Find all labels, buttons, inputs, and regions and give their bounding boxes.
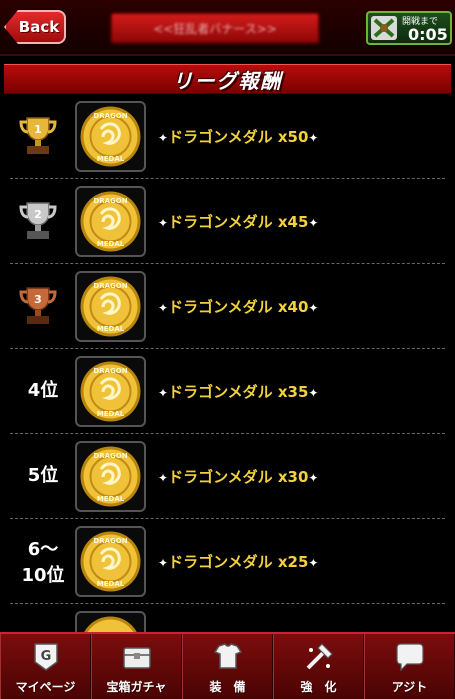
medal-thumbnail[interactable]: DRAGON MEDAL	[75, 271, 146, 342]
silver-trophy-icon: 2	[19, 202, 57, 239]
page-title: <<狂乱者バナース>>	[110, 12, 320, 44]
reward-row: 3 DRAGON MEDAL ✦ドラゴンメダル x40✦	[0, 264, 455, 349]
sparkle-icon: ✦	[308, 471, 319, 485]
svg-text:MEDAL: MEDAL	[97, 580, 125, 588]
mypage-icon: G	[33, 643, 58, 671]
nav-label: 宝箱ガチャ	[106, 680, 167, 694]
svg-text:DRAGON: DRAGON	[93, 282, 127, 290]
reward-row: 1 DRAGON MEDAL ✦ドラゴンメダル x50✦	[0, 94, 455, 179]
rank-label: 6〜 10位	[21, 539, 65, 586]
svg-text:MEDAL: MEDAL	[97, 240, 125, 248]
dragon-medal-icon: DRAGON MEDAL	[80, 276, 141, 337]
enhance-icon	[306, 643, 333, 670]
sparkle-icon: ✦	[308, 556, 319, 570]
dragon-medal-icon: DRAGON MEDAL	[80, 361, 141, 422]
back-button-label: Back	[18, 18, 60, 36]
sparkle-icon: ✦	[158, 471, 169, 485]
treasure-chest-icon	[122, 647, 151, 669]
nav-item-mypage[interactable]: G マイページ	[0, 634, 91, 699]
nav-item-enhance[interactable]: 強 化	[273, 634, 364, 699]
dragon-medal-icon: DRAGON MEDAL	[80, 446, 141, 507]
sparkle-icon: ✦	[158, 216, 169, 230]
nav-item-equipment[interactable]: 装 備	[182, 634, 273, 699]
medal-thumbnail[interactable]	[75, 611, 146, 632]
svg-text:DRAGON: DRAGON	[93, 112, 127, 120]
sparkle-icon: ✦	[158, 386, 169, 400]
dragon-medal-icon: DRAGON MEDAL	[80, 191, 141, 252]
medal-thumbnail[interactable]: DRAGON MEDAL	[75, 101, 146, 172]
reward-text: ✦ドラゴンメダル x45✦	[158, 213, 319, 231]
gold-trophy-icon: 1	[19, 117, 57, 154]
svg-text:2: 2	[34, 208, 42, 221]
dragon-medal-icon	[84, 616, 137, 632]
battle-timer[interactable]: 開戦まで 0:05	[366, 11, 452, 45]
armor-icon	[213, 643, 242, 669]
medal-thumbnail[interactable]: DRAGON MEDAL	[75, 526, 146, 597]
svg-text:DRAGON: DRAGON	[93, 197, 127, 205]
bottom-nav: G マイページ 宝箱ガチャ 装 備 強 化 アジト	[0, 632, 455, 699]
reward-row	[0, 604, 455, 632]
nav-item-treasure-gacha[interactable]: 宝箱ガチャ	[91, 634, 182, 699]
reward-row: 2 DRAGON MEDAL ✦ドラゴンメダル x45✦	[0, 179, 455, 264]
nav-label: マイページ	[15, 680, 76, 694]
reward-row: 5位 DRAGON MEDAL ✦ドラゴンメダル x30✦	[0, 434, 455, 519]
reward-text: ✦ドラゴンメダル x35✦	[158, 383, 319, 401]
sparkle-icon: ✦	[308, 131, 319, 145]
svg-text:DRAGON: DRAGON	[93, 537, 127, 545]
bronze-trophy-icon: 3	[19, 287, 57, 324]
nav-item-hideout[interactable]: アジト	[364, 634, 455, 699]
rank-label: 5位	[27, 465, 59, 486]
sparkle-icon: ✦	[308, 216, 319, 230]
sparkle-icon: ✦	[158, 301, 169, 315]
medal-thumbnail[interactable]: DRAGON MEDAL	[75, 441, 146, 512]
sparkle-icon: ✦	[308, 386, 319, 400]
svg-text:MEDAL: MEDAL	[97, 495, 125, 503]
rank-label: 4位	[27, 380, 59, 401]
sparkle-icon: ✦	[308, 301, 319, 315]
top-header: Back <<狂乱者バナース>> 開戦まで 0:05	[0, 0, 455, 56]
reward-text: ✦ドラゴンメダル x40✦	[158, 298, 319, 316]
dragon-medal-icon: DRAGON MEDAL	[80, 106, 141, 167]
svg-text:MEDAL: MEDAL	[97, 325, 125, 333]
svg-text:1: 1	[34, 123, 42, 136]
back-button[interactable]: Back	[4, 10, 66, 44]
reward-text: ✦ドラゴンメダル x50✦	[158, 128, 319, 146]
svg-text:DRAGON: DRAGON	[93, 367, 127, 375]
dragon-medal-icon: DRAGON MEDAL	[80, 531, 141, 592]
medal-thumbnail[interactable]: DRAGON MEDAL	[75, 186, 146, 257]
crossed-swords-icon	[371, 16, 397, 40]
hideout-icon	[395, 643, 424, 672]
timer-value: 0:05	[408, 25, 448, 44]
svg-text:MEDAL: MEDAL	[97, 155, 125, 163]
section-banner: リーグ報酬	[4, 64, 451, 94]
nav-label: 強 化	[300, 680, 337, 694]
svg-text:MEDAL: MEDAL	[97, 410, 125, 418]
svg-text:3: 3	[34, 293, 42, 306]
section-title: リーグ報酬	[172, 68, 283, 93]
svg-text:G: G	[40, 649, 51, 664]
nav-label: アジト	[391, 680, 428, 694]
sparkle-icon: ✦	[158, 131, 169, 145]
reward-text: ✦ドラゴンメダル x25✦	[158, 553, 319, 571]
reward-row: 6〜 10位 DRAGON MEDAL ✦ドラゴンメダル x25✦	[0, 519, 455, 604]
medal-thumbnail[interactable]: DRAGON MEDAL	[75, 356, 146, 427]
reward-row: 4位 DRAGON MEDAL ✦ドラゴンメダル x35✦	[0, 349, 455, 434]
sparkle-icon: ✦	[158, 556, 169, 570]
reward-text: ✦ドラゴンメダル x30✦	[158, 468, 319, 486]
reward-list[interactable]: 1 DRAGON MEDAL ✦ドラゴンメダル x50✦ 2 DRAGON ME…	[0, 94, 455, 632]
svg-text:DRAGON: DRAGON	[93, 452, 127, 460]
nav-label: 装 備	[209, 680, 246, 694]
